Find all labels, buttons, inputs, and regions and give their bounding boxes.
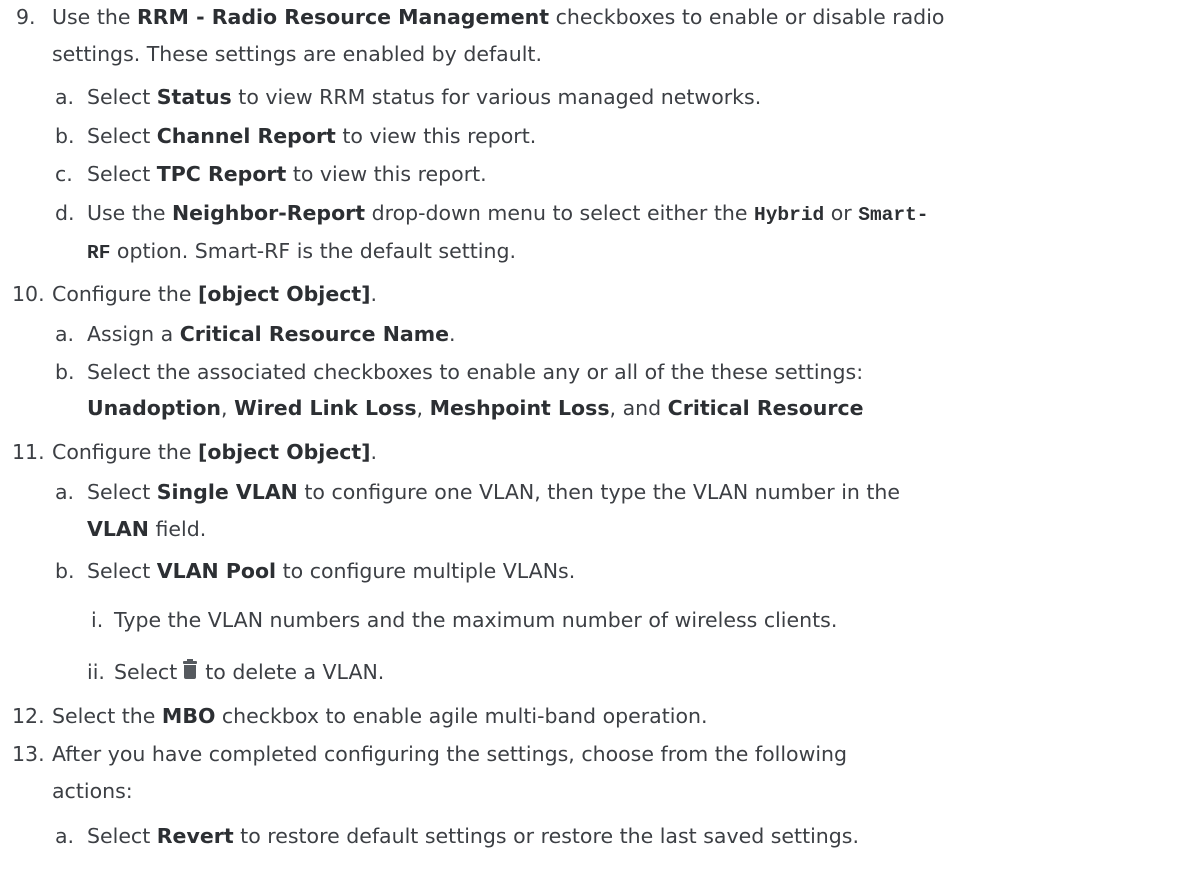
step-9d-cont: RF option. Smart-RF is the default setti… xyxy=(87,239,517,264)
step-10b-cont: Unadoption, Wired Link Loss, Meshpoint L… xyxy=(87,396,864,420)
step-text: Use the RRM - Radio Resource Management … xyxy=(52,5,945,29)
document-page: 9. Use the RRM - Radio Resource Manageme… xyxy=(12,5,945,848)
step-13-cont: actions: xyxy=(52,779,133,803)
trash-icon xyxy=(183,659,198,681)
step-number: 9. xyxy=(16,5,36,29)
step-11a-cont: VLAN field. xyxy=(87,517,207,541)
step-9-text-cont: settings. These settings are enabled by … xyxy=(52,42,542,66)
